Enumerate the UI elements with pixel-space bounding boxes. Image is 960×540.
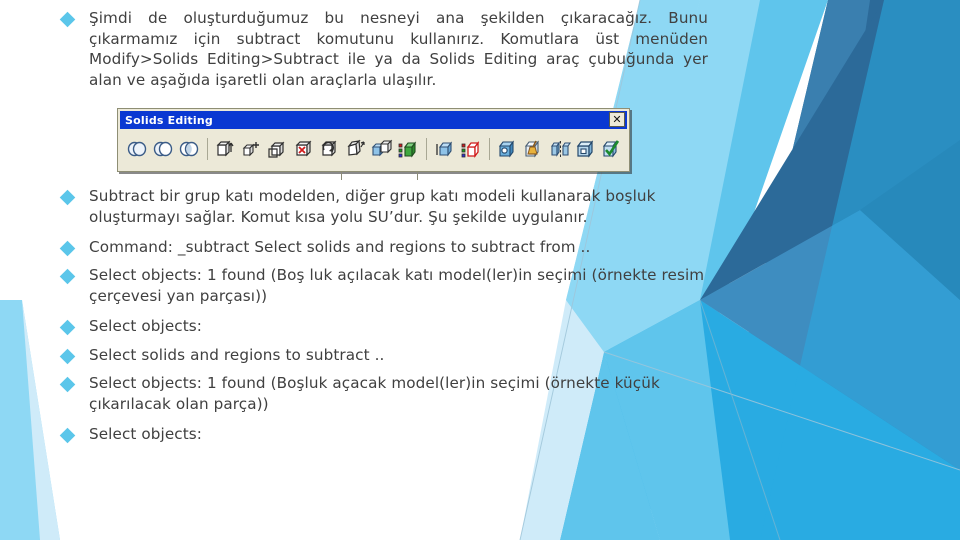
clean-icon[interactable] xyxy=(521,136,547,162)
extrude-faces-icon[interactable] xyxy=(213,136,239,162)
bullet-text-command: Command: _subtract Select solids and reg… xyxy=(89,238,591,256)
bullet-text-intro: Şimdi de oluşturduğumuz bu nesneyi ana ş… xyxy=(89,9,708,89)
color-edges-icon[interactable] xyxy=(458,136,484,162)
pointer-tick xyxy=(341,172,342,180)
shell-icon[interactable] xyxy=(573,136,599,162)
presentation-slide: Şimdi de oluşturduğumuz bu nesneyi ana ş… xyxy=(0,0,960,540)
color-faces-icon[interactable] xyxy=(395,136,421,162)
offset-faces-icon[interactable] xyxy=(265,136,291,162)
move-faces-icon[interactable] xyxy=(239,136,265,162)
slide-body-content: Şimdi de oluşturduğumuz bu nesneyi ana ş… xyxy=(0,0,730,540)
bullet-item-select-2: Select objects: xyxy=(0,316,730,337)
bullet-text-select-5: Select objects: xyxy=(89,425,203,443)
bullet-diamond-icon xyxy=(59,189,76,206)
close-icon[interactable]: ✕ xyxy=(609,112,625,127)
bullet-item-select-4: Select objects: 1 found (Boşluk açacak m… xyxy=(0,373,730,414)
bullet-item-description: Subtract bir grup katı modelden, diğer g… xyxy=(0,186,730,227)
bullet-item-select-3: Select solids and regions to subtract .. xyxy=(0,345,730,366)
union-icon[interactable] xyxy=(124,136,150,162)
bullet-item-select-1: Select objects: 1 found (Boş luk açılaca… xyxy=(0,265,730,306)
bullet-item-command: Command: _subtract Select solids and reg… xyxy=(0,237,730,258)
subtract-icon[interactable] xyxy=(150,136,176,162)
bullet-diamond-icon xyxy=(59,319,76,336)
bullet-diamond-icon xyxy=(59,348,76,365)
bullet-text-select-2: Select objects: xyxy=(89,317,203,335)
bullet-diamond-icon xyxy=(59,427,76,444)
taper-faces-icon[interactable] xyxy=(343,136,369,162)
bullet-diamond-icon xyxy=(59,11,76,28)
bullet-item-select-5: Select objects: xyxy=(0,424,730,445)
bullet-diamond-icon xyxy=(59,268,76,285)
copy-edges-icon[interactable] xyxy=(432,136,458,162)
check-icon[interactable] xyxy=(599,136,625,162)
toolbar-pointer-ticks xyxy=(117,172,630,182)
toolbar-icon-strip xyxy=(118,129,629,169)
toolbar-separator xyxy=(207,138,208,160)
toolbar-titlebar: Solids Editing ✕ xyxy=(120,111,627,129)
bullet-diamond-icon xyxy=(59,240,76,257)
bullet-diamond-icon xyxy=(59,376,76,393)
bullet-text-select-4: Select objects: 1 found (Boşluk açacak m… xyxy=(89,374,660,413)
toolbar-separator xyxy=(426,138,427,160)
toolbar-title: Solids Editing xyxy=(125,113,213,127)
intersect-icon[interactable] xyxy=(176,136,202,162)
bullet-text-description: Subtract bir grup katı modelden, diğer g… xyxy=(89,187,656,226)
toolbar-separator xyxy=(489,138,490,160)
pointer-tick xyxy=(417,172,418,180)
bullet-text-select-3: Select solids and regions to subtract .. xyxy=(89,346,385,364)
copy-faces-icon[interactable] xyxy=(369,136,395,162)
delete-faces-icon[interactable] xyxy=(291,136,317,162)
separate-icon[interactable] xyxy=(547,136,573,162)
solids-editing-toolbar: Solids Editing ✕ xyxy=(117,108,630,172)
rotate-faces-icon[interactable] xyxy=(317,136,343,162)
imprint-icon[interactable] xyxy=(495,136,521,162)
bullet-item-intro: Şimdi de oluşturduğumuz bu nesneyi ana ş… xyxy=(0,8,730,90)
bullet-text-select-1: Select objects: 1 found (Boş luk açılaca… xyxy=(89,266,705,305)
